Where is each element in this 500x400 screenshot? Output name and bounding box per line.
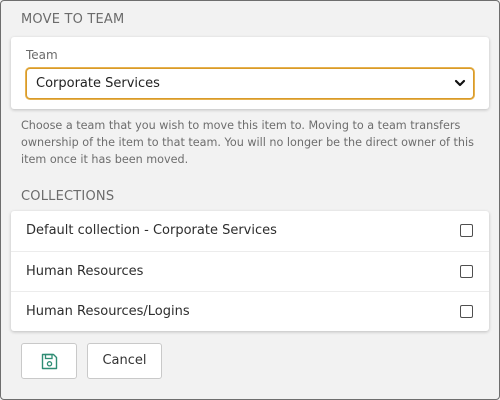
team-card: Team Corporate Services bbox=[11, 37, 489, 109]
team-select-value: Corporate Services bbox=[36, 76, 160, 91]
collection-label: Human Resources bbox=[26, 264, 144, 279]
cancel-button[interactable]: Cancel bbox=[87, 343, 162, 379]
collection-item-human-resources[interactable]: Human Resources bbox=[11, 251, 489, 291]
collection-label: Human Resources/Logins bbox=[26, 304, 190, 319]
chevron-down-icon bbox=[453, 75, 467, 91]
team-label: Team bbox=[26, 48, 58, 62]
team-select[interactable]: Corporate Services bbox=[26, 68, 474, 99]
floppy-disk-icon bbox=[41, 353, 58, 370]
save-button[interactable] bbox=[21, 343, 77, 379]
collection-checkbox[interactable] bbox=[460, 305, 473, 318]
collection-item-default[interactable]: Default collection - Corporate Services bbox=[11, 211, 489, 251]
move-to-team-heading: MOVE TO TEAM bbox=[21, 12, 125, 27]
collection-checkbox[interactable] bbox=[460, 224, 473, 237]
collections-heading: COLLECTIONS bbox=[21, 189, 115, 204]
move-help-text: Choose a team that you wish to move this… bbox=[21, 119, 474, 166]
collection-label: Default collection - Corporate Services bbox=[26, 223, 277, 238]
cancel-label: Cancel bbox=[102, 353, 147, 368]
collections-list: Default collection - Corporate Services … bbox=[11, 211, 489, 331]
collection-item-human-resources-logins[interactable]: Human Resources/Logins bbox=[11, 291, 489, 331]
collection-checkbox[interactable] bbox=[460, 265, 473, 278]
